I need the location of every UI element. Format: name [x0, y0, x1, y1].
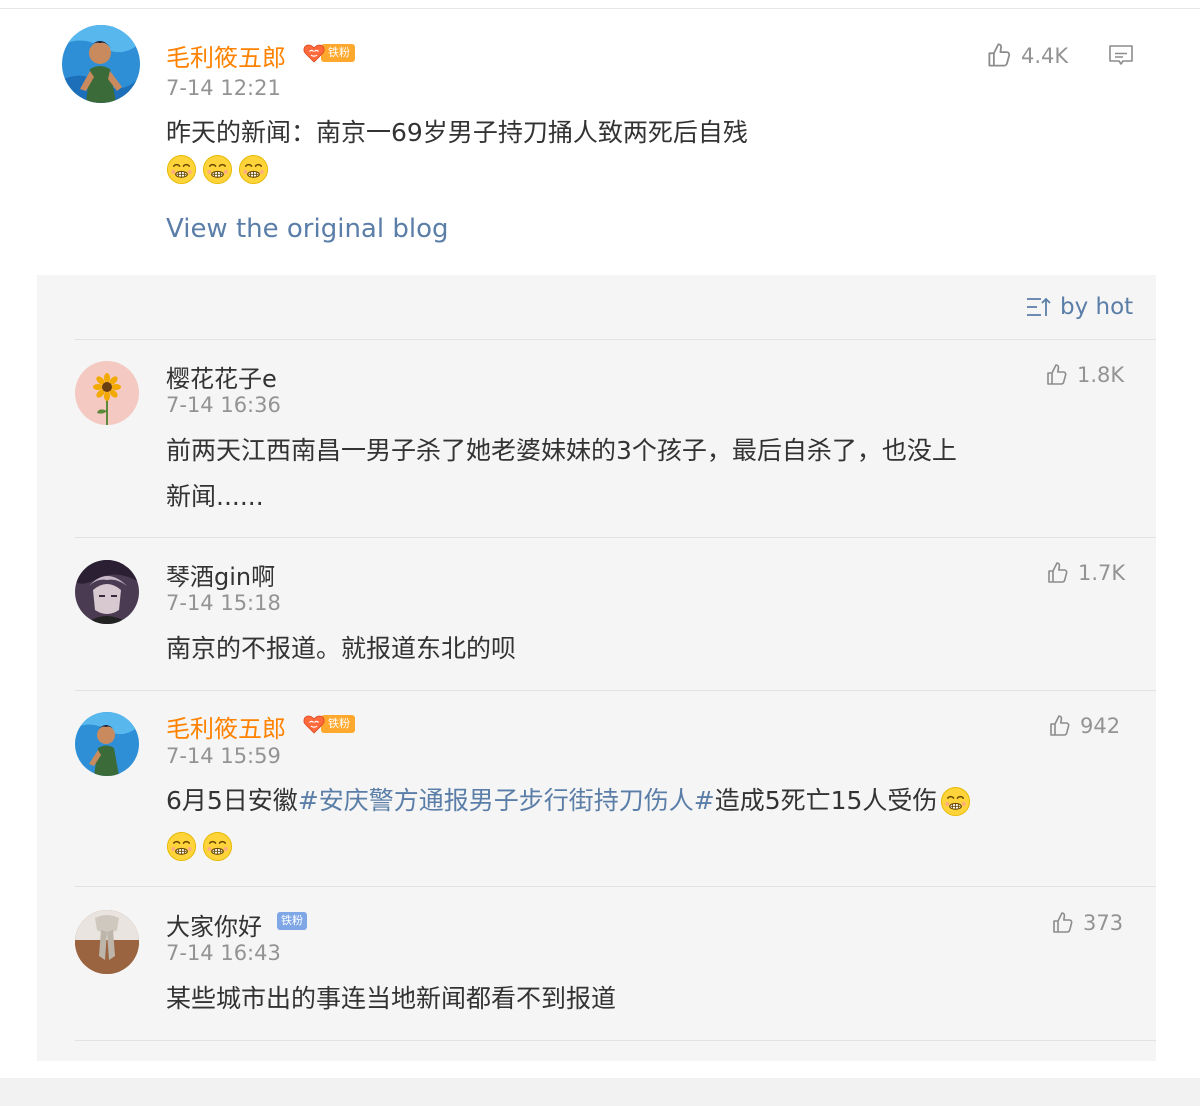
comment-time: 7-14 15:18	[166, 591, 281, 615]
divider	[75, 1040, 1156, 1041]
comment-like-button[interactable]: 1.7K	[1046, 561, 1125, 585]
thumbs-up-icon	[986, 42, 1013, 69]
thumbs-up-icon	[1045, 363, 1069, 387]
like-count: 373	[1083, 911, 1124, 935]
zipper-mouth-emoji	[202, 831, 233, 862]
comment-text-line: 前两天江西南昌一男子杀了她老婆妹妹的3个孩子，最后自杀了，也没上	[166, 436, 957, 465]
zipper-mouth-emoji	[166, 154, 197, 185]
like-count: 4.4K	[1021, 43, 1069, 68]
like-count: 942	[1080, 714, 1121, 738]
post-username[interactable]: 毛利筱五郎	[166, 38, 286, 73]
divider	[75, 339, 1156, 340]
comment-like-button[interactable]: 373	[1051, 911, 1123, 935]
sort-icon	[1027, 297, 1051, 316]
heart-badge-icon	[303, 714, 325, 734]
comment-text: 6月5日安徽 #安庆警方通报男子步行街持刀伤人# 造成5死亡15人受伤	[166, 778, 971, 824]
avatar[interactable]	[75, 560, 139, 624]
divider	[75, 886, 1156, 887]
divider	[75, 537, 1156, 538]
comment-time: 7-14 16:43	[166, 941, 281, 965]
like-count: 1.8K	[1077, 363, 1125, 387]
comment-text-line: 新闻......	[166, 482, 264, 511]
bottom-bar	[0, 1078, 1200, 1106]
post-emoji-row	[166, 154, 269, 185]
post-text: 昨天的新闻：南京一69岁男子持刀捅人致两死后自残	[166, 118, 748, 147]
comment-like-button[interactable]: 1.8K	[1045, 363, 1124, 387]
fan-badge: 铁粉	[303, 714, 355, 734]
comment-emoji-row	[166, 831, 233, 862]
sort-button[interactable]: by hot	[1026, 294, 1133, 320]
avatar[interactable]	[75, 910, 139, 974]
view-original-blog-link[interactable]: View the original blog	[166, 214, 448, 244]
thumbs-up-icon	[1046, 561, 1070, 585]
comment-time: 7-14 16:36	[166, 393, 281, 417]
zipper-mouth-emoji	[238, 154, 269, 185]
comment-username[interactable]: 琴酒gin啊	[166, 557, 275, 592]
fan-badge: 铁粉	[277, 912, 307, 930]
top-border	[0, 8, 1200, 9]
comment-icon[interactable]	[1108, 44, 1134, 68]
avatar[interactable]	[75, 712, 139, 776]
comment-username[interactable]: 毛利筱五郎	[166, 709, 286, 744]
comment-username[interactable]: 大家你好	[166, 907, 262, 942]
fan-badge: 铁粉	[303, 43, 355, 63]
comment-text: 某些城市出的事连当地新闻都看不到报道	[166, 984, 617, 1013]
comment-text: 南京的不报道。就报道东北的呗	[166, 634, 517, 663]
zipper-mouth-emoji	[166, 831, 197, 862]
avatar[interactable]	[62, 25, 140, 103]
comment-text-part: 6月5日安徽	[166, 786, 298, 815]
thumbs-up-icon	[1051, 911, 1075, 935]
sort-label: by hot	[1060, 294, 1134, 320]
fan-badge-label: 铁粉	[321, 715, 355, 733]
comment-time: 7-14 15:59	[166, 744, 281, 768]
like-count: 1.7K	[1078, 561, 1126, 585]
avatar[interactable]	[75, 361, 139, 425]
zipper-mouth-emoji	[940, 786, 971, 817]
thumbs-up-icon	[1048, 714, 1072, 738]
fan-badge-label: 铁粉	[321, 44, 355, 62]
post-time: 7-14 12:21	[166, 76, 281, 100]
heart-badge-icon	[303, 43, 325, 63]
comment-like-button[interactable]: 942	[1048, 714, 1120, 738]
comment-text-part: 造成5死亡15人受伤	[714, 786, 938, 815]
zipper-mouth-emoji	[202, 154, 233, 185]
comment-text: 前两天江西南昌一男子杀了她老婆妹妹的3个孩子，最后自杀了，也没上 新闻.....…	[166, 428, 957, 520]
hashtag-link[interactable]: #安庆警方通报男子步行街持刀伤人#	[298, 778, 715, 824]
comment-username[interactable]: 樱花花子e	[166, 359, 277, 394]
post-like-button[interactable]: 4.4K	[986, 42, 1068, 69]
divider	[75, 690, 1156, 691]
